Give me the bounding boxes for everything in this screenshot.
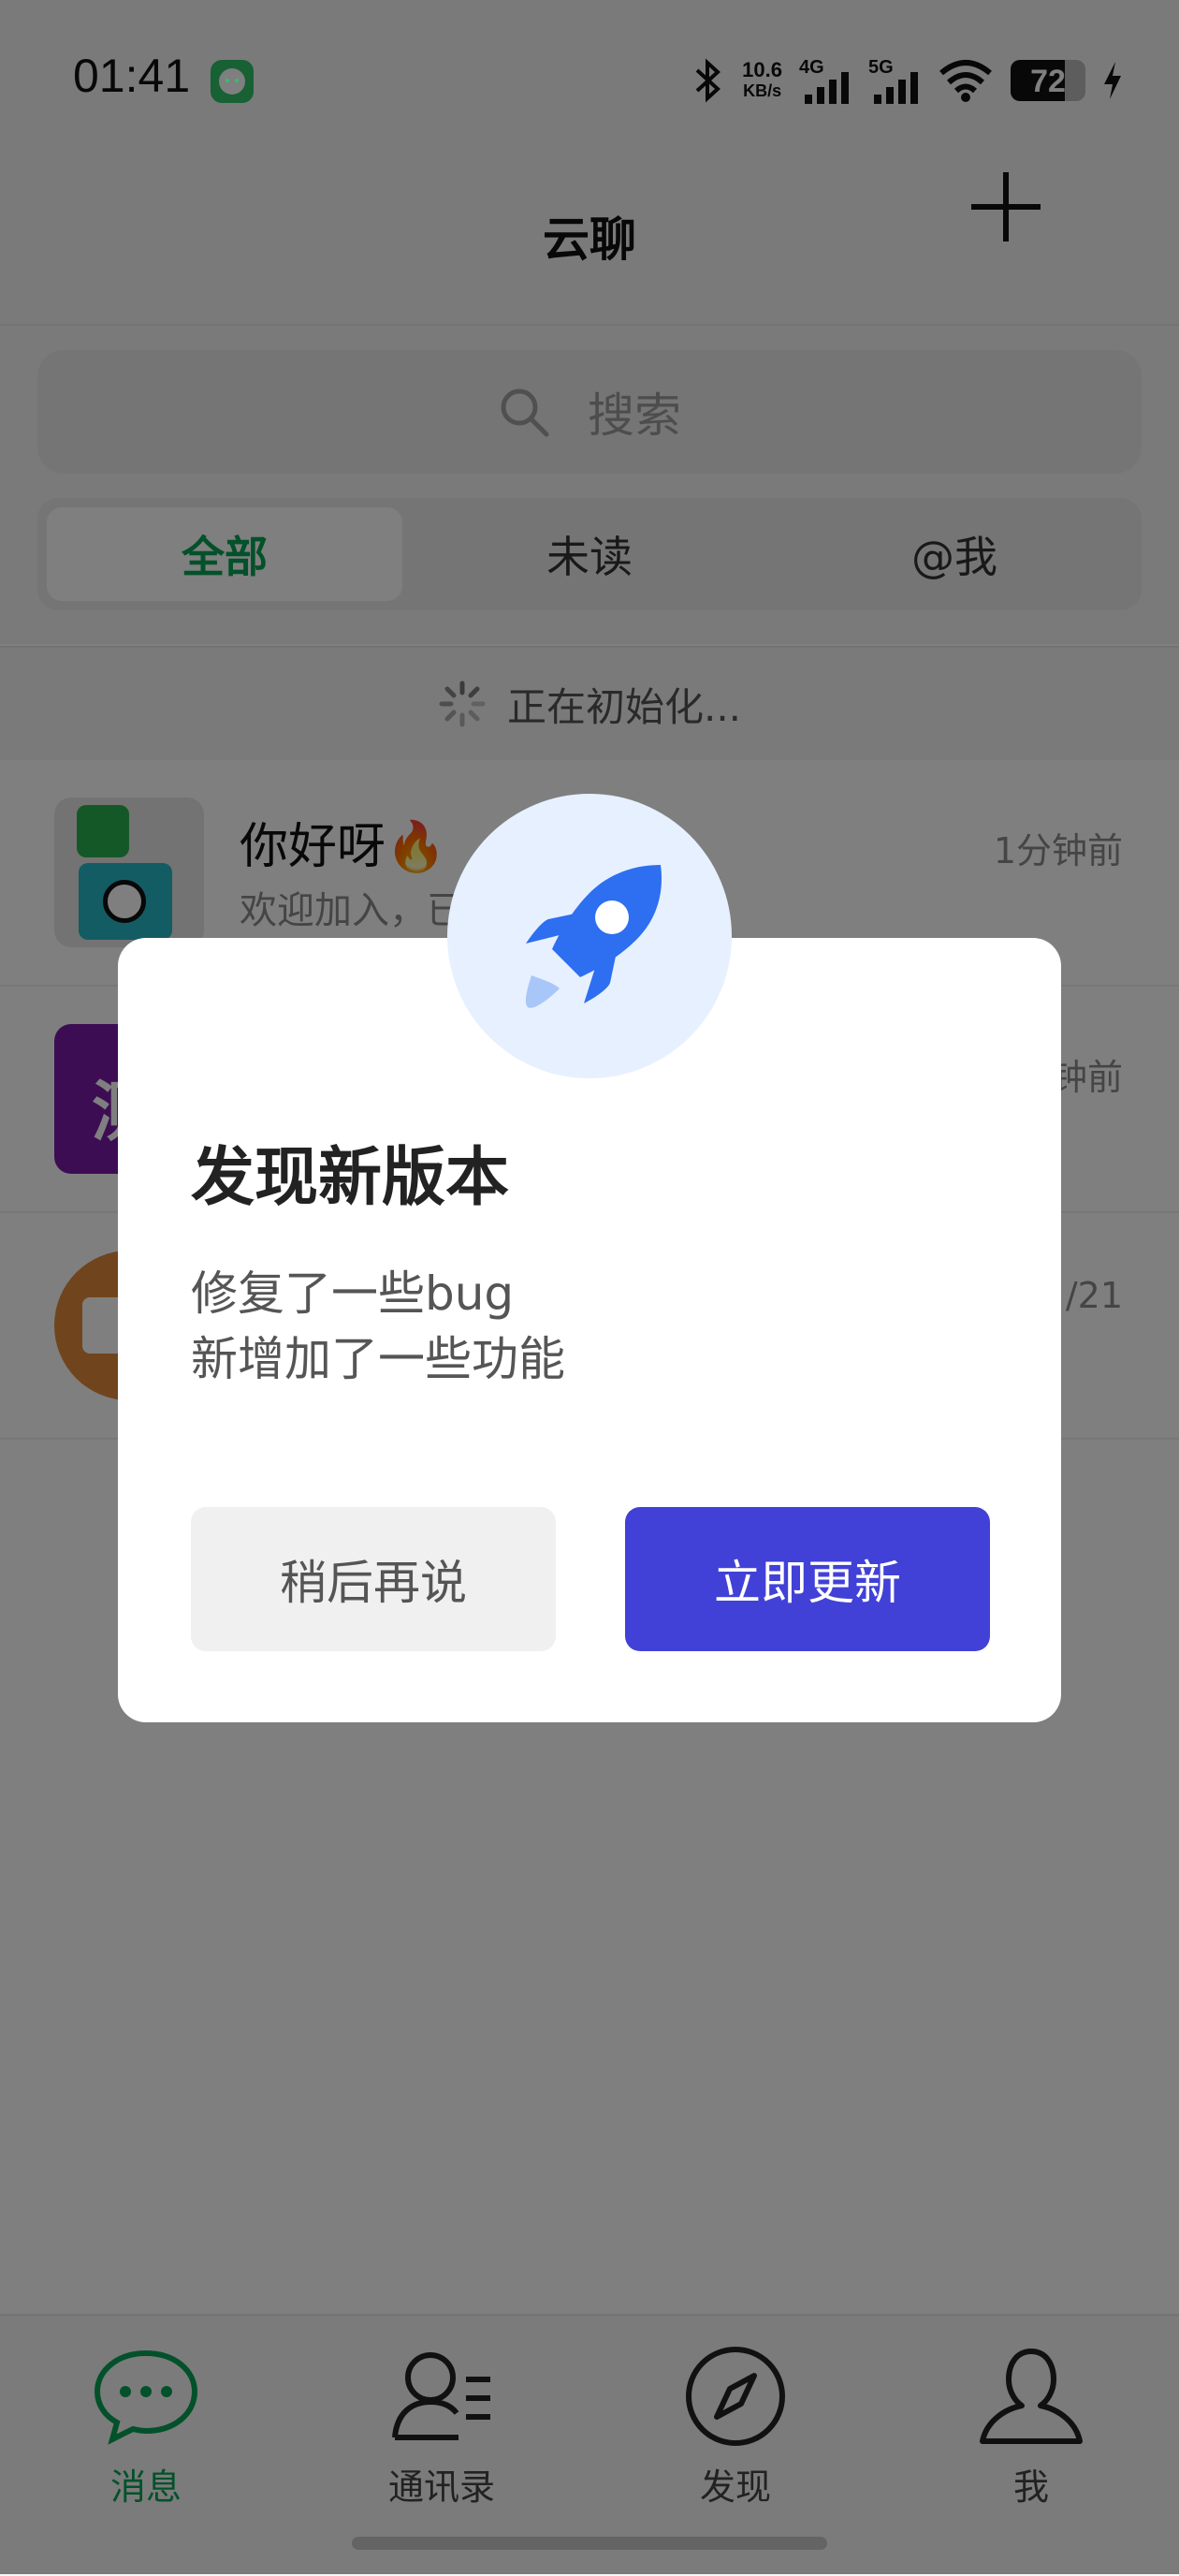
- dialog-message: 修复了一些bug 新增加了一些功能: [191, 1261, 565, 1392]
- dialog-title: 发现新版本: [191, 1141, 510, 1215]
- rocket-badge: [447, 794, 732, 1078]
- dialog-message-line: 修复了一些bug: [191, 1266, 515, 1321]
- update-dialog: 发现新版本 修复了一些bug 新增加了一些功能 稍后再说 立即更新: [118, 794, 1061, 1722]
- rocket-icon: [525, 865, 662, 1008]
- update-now-button[interactable]: 立即更新: [625, 1507, 990, 1651]
- later-button[interactable]: 稍后再说: [191, 1507, 556, 1651]
- dialog-message-line: 新增加了一些功能: [191, 1332, 565, 1386]
